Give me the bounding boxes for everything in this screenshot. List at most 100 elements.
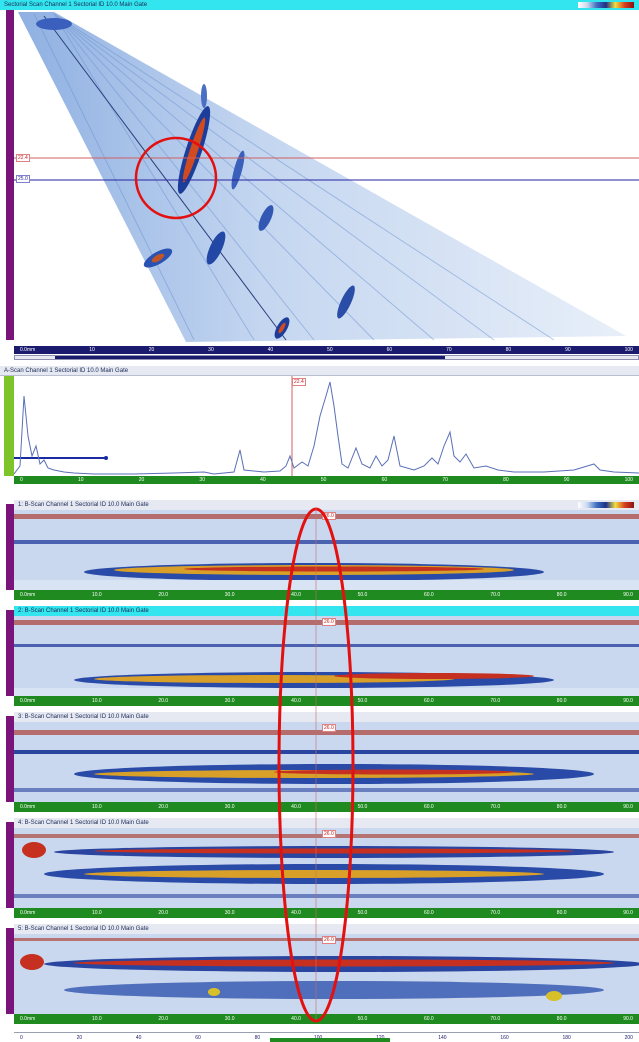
bscan-vertical-ruler[interactable] <box>6 928 14 1014</box>
bscan-tick-label: 70.0 <box>490 804 501 810</box>
bscan-tick-label: 20.0 <box>158 698 169 704</box>
scan-axis-tick-label: 180 <box>562 1034 571 1041</box>
bscan-strip[interactable]: 4: B-Scan Channel 1 Sectorial ID 10.0 Ma… <box>0 818 639 922</box>
bscan-title: 1: B-Scan Channel 1 Sectorial ID 10.0 Ma… <box>18 502 149 508</box>
scan-axis-tick-label: 80 <box>254 1034 261 1041</box>
bscan-strip[interactable]: 5: B-Scan Channel 1 Sectorial ID 10.0 Ma… <box>0 924 639 1028</box>
sector-scan-panel[interactable]: Sectorial Scan Channel 1 Sectorial ID 10… <box>0 0 639 360</box>
ascan-gate-handle[interactable] <box>104 456 108 460</box>
bscan-tick-label: 20.0 <box>158 1016 169 1022</box>
ascan-tick-label: 20 <box>138 477 145 483</box>
bscan-tick-label: 80.0 <box>556 910 567 916</box>
bscan-vertical-ruler[interactable] <box>6 504 14 590</box>
bscan-tick-label: 60.0 <box>423 698 434 704</box>
bscan-horizontal-ruler[interactable]: 0.0mm 10.0 20.0 30.0 40.0 50.0 60.0 70.0 80.0 90.… <box>14 590 639 600</box>
ascan-panel[interactable]: A-Scan Channel 1 Sectorial ID 10.0 Main … <box>0 366 639 486</box>
bscan-tick-label: 20.0 <box>158 804 169 810</box>
scan-axis-tick-label: 200 <box>624 1034 633 1041</box>
bscan-tick-label: 0.0mm <box>20 592 36 598</box>
bscan-image[interactable] <box>14 934 639 1014</box>
bscan-tick-label: 50.0 <box>357 592 368 598</box>
sector-tick-label: 70 <box>446 347 452 353</box>
bscan-image[interactable] <box>14 828 639 908</box>
scan-axis-position-bar[interactable] <box>270 1038 390 1042</box>
scan-axis-tick-label: 140 <box>438 1034 447 1041</box>
bscan-tick-label: 80.0 <box>556 698 567 704</box>
sector-scrollbar-thumb[interactable] <box>55 356 445 359</box>
bscan-vertical-ruler[interactable] <box>6 716 14 802</box>
bscan-strip[interactable]: 3: B-Scan Channel 1 Sectorial ID 10.0 Ma… <box>0 712 639 816</box>
bscan-horizontal-ruler[interactable]: 0.0mm 10.0 20.0 30.0 40.0 50.0 60.0 70.0 80.0 90.… <box>14 908 639 918</box>
bscan-tick-label: 70.0 <box>490 1016 501 1022</box>
ascan-tick-label: 80 <box>503 477 509 483</box>
bscan-tick-label: 50.0 <box>357 910 368 916</box>
bscan-tick-label: 30.0 <box>224 804 235 810</box>
ascan-vertical-ruler[interactable] <box>4 376 14 476</box>
bscan-tick-label: 0.0mm <box>20 910 36 916</box>
ascan-title-bar[interactable]: A-Scan Channel 1 Sectorial ID 10.0 Main … <box>0 366 639 376</box>
bscan-tick-label: 10.0 <box>91 592 102 598</box>
bscan-tick-label: 80.0 <box>556 592 567 598</box>
bscan-vertical-ruler[interactable] <box>6 822 14 908</box>
bscan-title-bar[interactable]: 2: B-Scan Channel 1 Sectorial ID 10.0 Ma… <box>14 606 639 616</box>
bscan-tick-label: 0.0mm <box>20 804 36 810</box>
sector-cursor-label-2: 25.0 <box>16 175 30 183</box>
scan-axis-tick-label: 60 <box>195 1034 201 1041</box>
bscan-tick-label: 50.0 <box>357 804 368 810</box>
scan-axis-tick-label: 0 <box>20 1034 23 1041</box>
sector-colorbar <box>578 2 634 8</box>
bscan-tick-label: 90.0 <box>623 1016 633 1022</box>
ascan-title: A-Scan Channel 1 Sectorial ID 10.0 Main … <box>4 368 129 374</box>
ascan-horizontal-ruler[interactable]: 0 10 20 30 40 50 60 70 80 90 100 <box>14 476 639 484</box>
bscan-strip[interactable]: 2: B-Scan Channel 1 Sectorial ID 10.0 Ma… <box>0 606 639 710</box>
sector-scrollbar[interactable] <box>14 355 639 360</box>
ascan-tick-label: 90 <box>563 477 570 483</box>
bscan-tick-label: 40.0 <box>291 698 301 704</box>
ascan-tick-label: 60 <box>381 477 388 483</box>
bscan-title-bar[interactable]: 1: B-Scan Channel 1 Sectorial ID 10.0 Ma… <box>14 500 639 510</box>
ascan-cursor-label: 22.4 <box>292 378 306 386</box>
sector-scan-title-bar[interactable]: Sectorial Scan Channel 1 Sectorial ID 10… <box>0 0 639 10</box>
bscan-title: 5: B-Scan Channel 1 Sectorial ID 10.0 Ma… <box>18 926 149 932</box>
bscan-strip[interactable]: 1: B-Scan Channel 1 Sectorial ID 10.0 Ma… <box>0 500 639 604</box>
bscan-tick-label: 0.0mm <box>20 1016 36 1022</box>
bscan-tick-label: 50.0 <box>357 1016 368 1022</box>
bscan-tick-label: 30.0 <box>224 698 235 704</box>
bscan-title-bar[interactable]: 5: B-Scan Channel 1 Sectorial ID 10.0 Ma… <box>14 924 639 934</box>
ascan-tick-label: 10 <box>77 477 84 483</box>
indication-8 <box>201 84 207 108</box>
bscan-horizontal-ruler[interactable]: 0.0mm 10.0 20.0 30.0 40.0 50.0 60.0 70.0 80.0 90.… <box>14 802 639 812</box>
bscan-tick-label: 60.0 <box>423 804 434 810</box>
sector-tick-label: 90 <box>565 347 571 353</box>
bscan-tick-label: 30.0 <box>224 1016 235 1022</box>
sector-tick-label: 80 <box>505 347 512 353</box>
bscan-image[interactable] <box>14 722 639 802</box>
bscan-cursor-label: 26.0 <box>322 512 336 520</box>
bscan-image[interactable] <box>14 510 639 590</box>
ascan-tick-label: 100 <box>624 477 633 483</box>
ascan-waveform[interactable] <box>14 376 639 476</box>
bscan-tick-label: 50.0 <box>357 698 368 704</box>
bscan-tick-label: 80.0 <box>556 804 567 810</box>
ascan-tick-label: 70 <box>442 477 448 483</box>
bscan-tick-label: 20.0 <box>158 592 169 598</box>
bscan-tick-label: 10.0 <box>91 698 102 704</box>
bscan-tick-label: 0.0mm <box>20 698 36 704</box>
bscan-horizontal-ruler[interactable]: 0.0mm 10.0 20.0 30.0 40.0 50.0 60.0 70.0 80.0 90.… <box>14 1014 639 1024</box>
bscan-vertical-ruler[interactable] <box>6 610 14 696</box>
scan-axis-tick-label: 160 <box>500 1034 509 1041</box>
indication-9 <box>36 18 72 30</box>
sector-vertical-ruler[interactable] <box>6 10 14 340</box>
bscan-image[interactable] <box>14 616 639 696</box>
sector-tick-label: 10 <box>89 347 95 353</box>
bscan-horizontal-ruler[interactable]: 0.0mm 10.0 20.0 30.0 40.0 50.0 60.0 70.0 80.0 90.… <box>14 696 639 706</box>
bscan-title-bar[interactable]: 3: B-Scan Channel 1 Sectorial ID 10.0 Ma… <box>14 712 639 722</box>
bscan-tick-label: 40.0 <box>291 1016 301 1022</box>
bscan-cursor-label: 26.0 <box>322 936 336 944</box>
bscan-cursor-label: 26.0 <box>322 830 336 838</box>
bscan-title-bar[interactable]: 4: B-Scan Channel 1 Sectorial ID 10.0 Ma… <box>14 818 639 828</box>
bscan-tick-label: 40.0 <box>291 592 301 598</box>
sector-horizontal-ruler[interactable]: 0.0mm 10 20 30 40 50 60 70 80 90 100 <box>14 346 639 354</box>
bscan-tick-label: 70.0 <box>490 698 501 704</box>
sector-scan-image[interactable] <box>14 10 639 342</box>
